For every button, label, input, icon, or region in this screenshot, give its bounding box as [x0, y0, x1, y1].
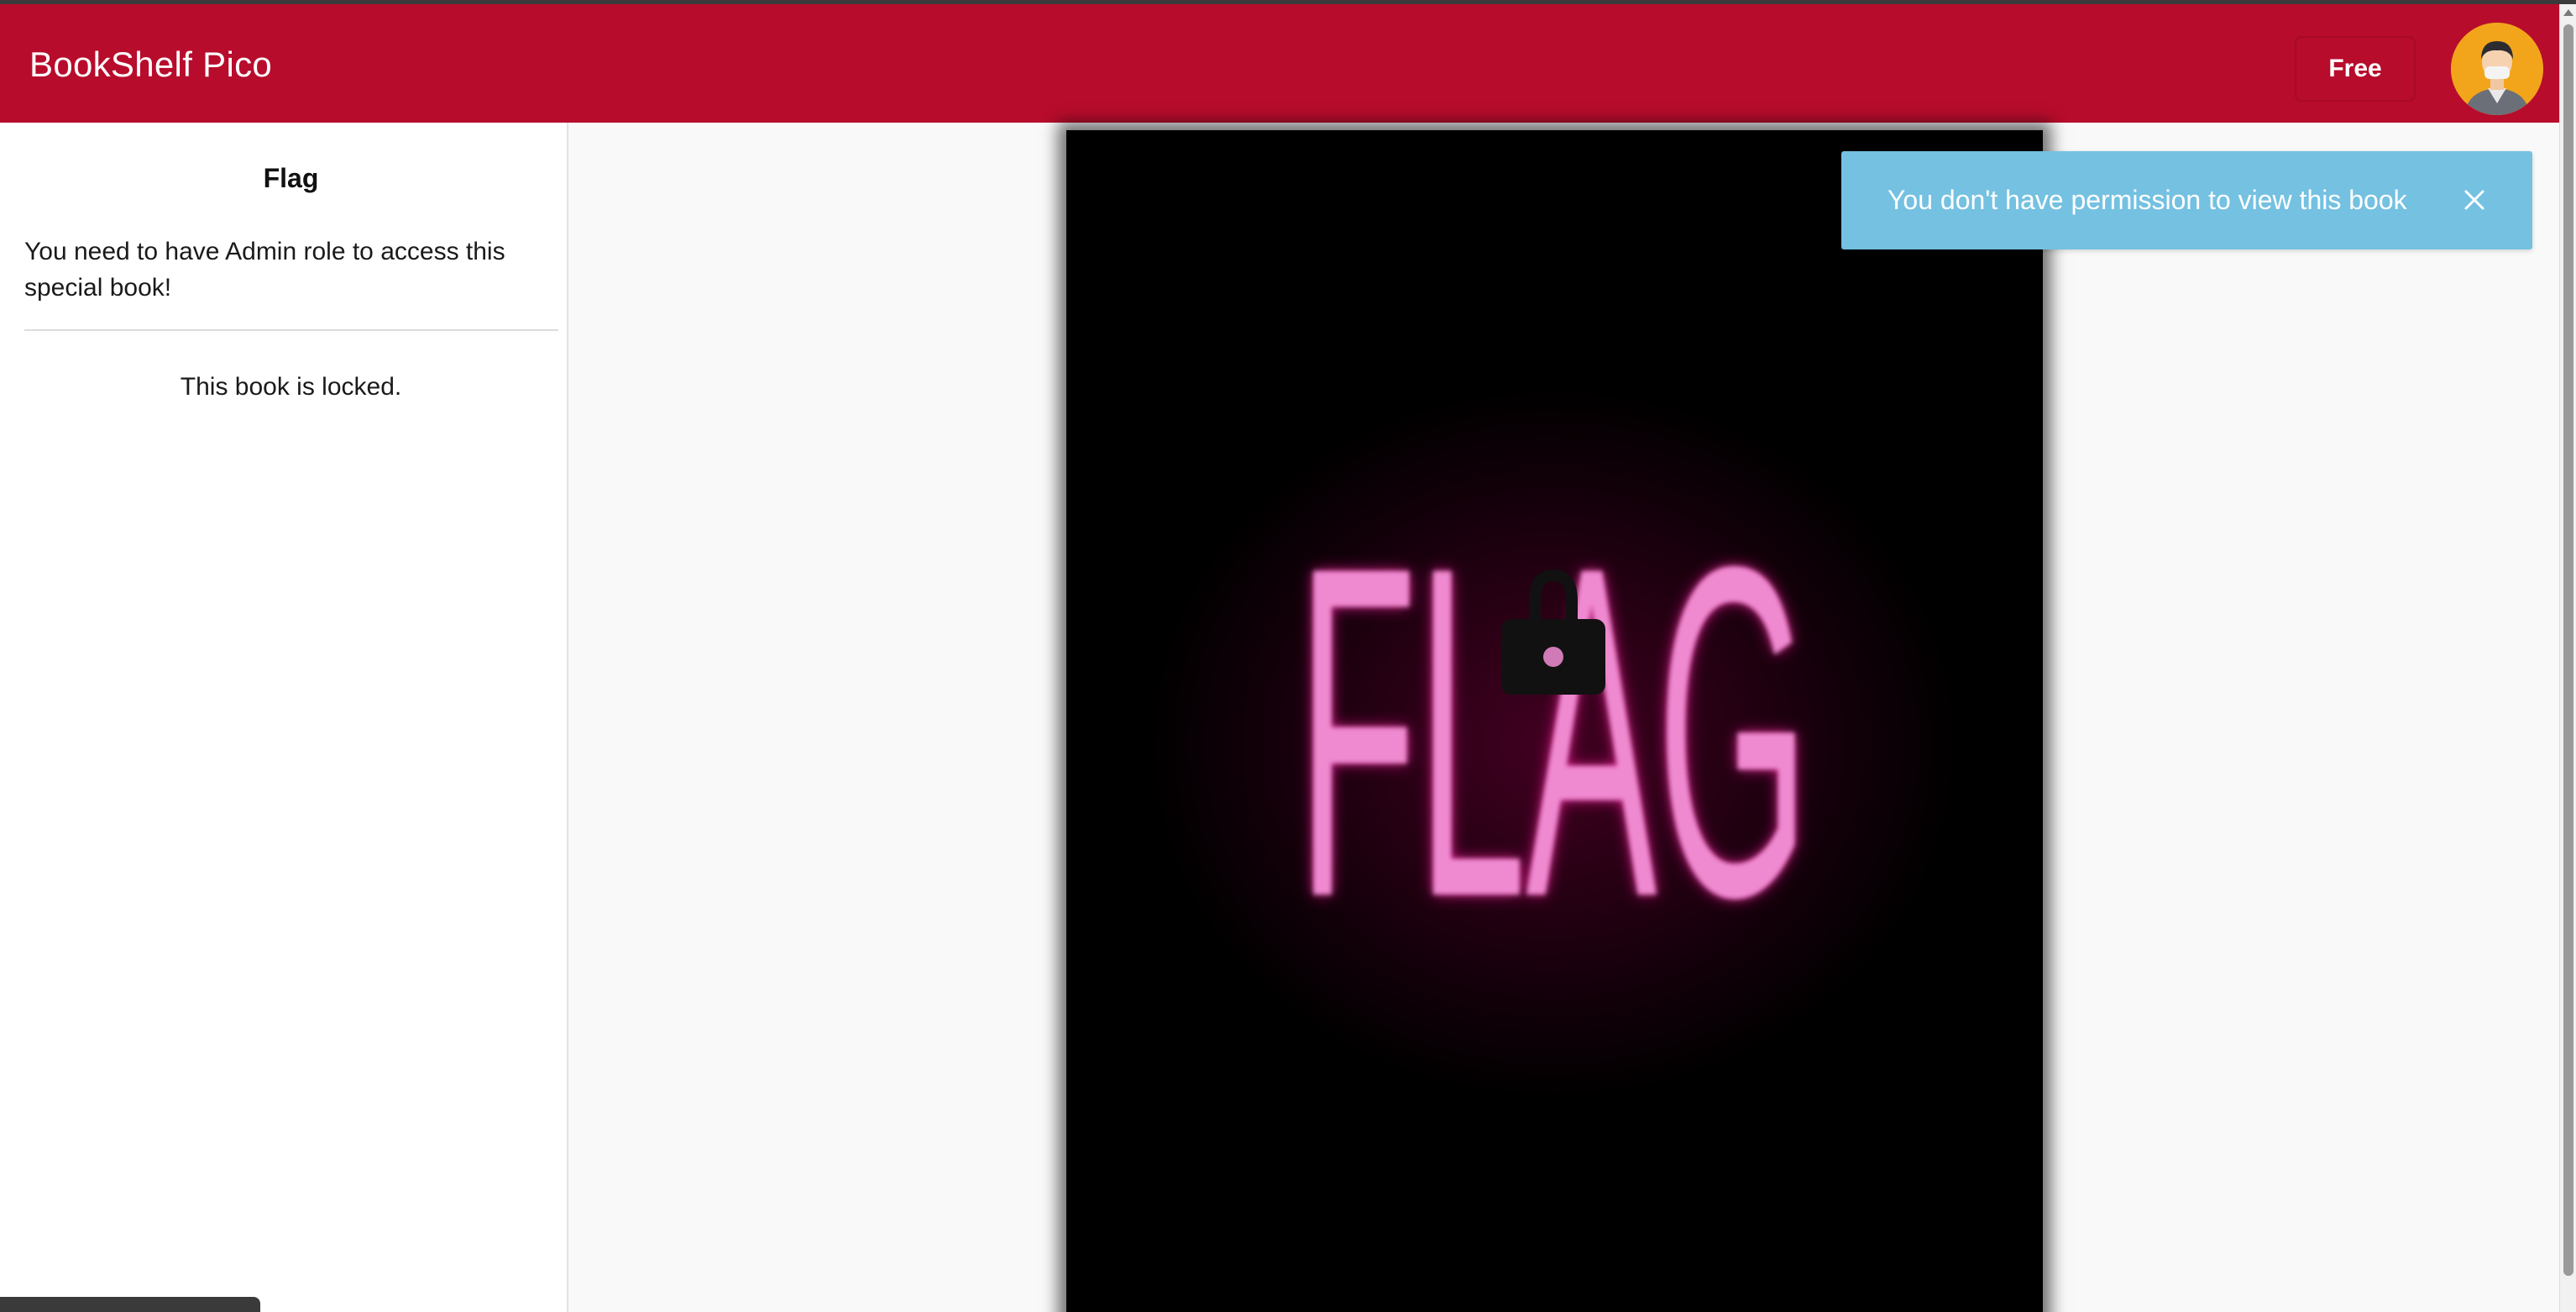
permission-toast: You don't have permission to view this b…: [1841, 151, 2532, 249]
book-title: Flag: [263, 163, 319, 193]
toast-message: You don't have permission to view this b…: [1887, 185, 2407, 215]
close-icon[interactable]: [2461, 186, 2488, 213]
page-scrollbar[interactable]: [2559, 4, 2576, 1312]
user-avatar-icon[interactable]: [2451, 23, 2543, 115]
cover-graphic: FLAG FLAG: [1297, 469, 1809, 994]
cover-title: FLAG: [1297, 469, 1809, 994]
book-sidebar: Flag You need to have Admin role to acce…: [0, 123, 568, 1312]
sidebar-divider: [24, 329, 558, 331]
book-cover: FLAG FLAG: [1066, 130, 2043, 1312]
link-status-bar: [0, 1297, 260, 1312]
app-header: BookShelf Pico Free: [0, 4, 2559, 123]
plan-button[interactable]: Free: [2295, 36, 2416, 102]
scroll-up-arrow-icon[interactable]: [2563, 9, 2573, 16]
app-brand[interactable]: BookShelf Pico: [29, 43, 272, 87]
app-root: BookShelf Pico Free Flag You need to hav…: [0, 0, 2576, 1312]
scroll-thumb[interactable]: [2563, 24, 2573, 1276]
book-description: You need to have Admin role to access th…: [24, 238, 505, 302]
avatar-graphic: [2451, 23, 2543, 115]
locked-message: This book is locked.: [180, 373, 402, 401]
